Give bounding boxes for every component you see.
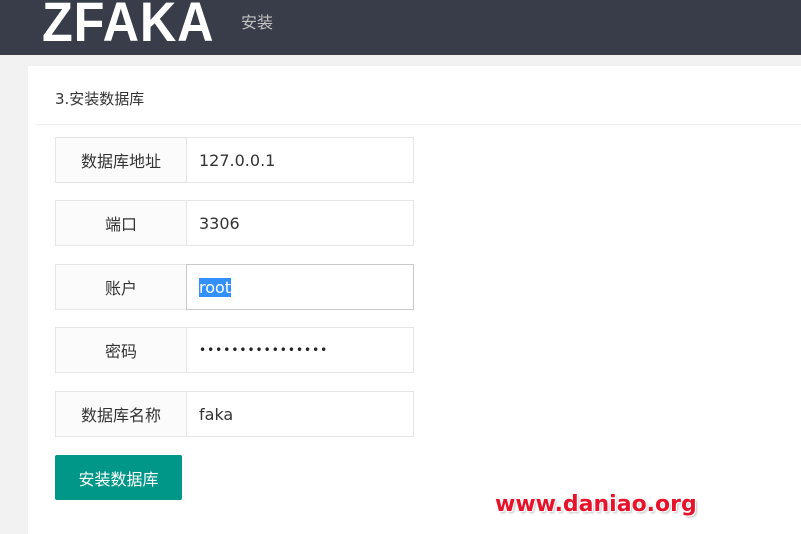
watermark: www.daniao.org [495,492,697,517]
db-port-row: 端口 3306 [55,200,414,246]
db-port-input[interactable]: 3306 [186,200,414,246]
step-title: 3.安装数据库 [55,90,145,108]
db-name-label: 数据库名称 [55,391,187,437]
db-host-row: 数据库地址 127.0.0.1 [55,137,414,183]
db-password-label: 密码 [55,327,187,373]
install-database-button[interactable]: 安装数据库 [55,455,182,500]
db-host-label: 数据库地址 [55,137,187,183]
db-user-value: root [199,277,232,297]
divider [36,124,801,125]
db-name-value: faka [199,404,234,424]
nav-install-link[interactable]: 安装 [241,9,273,33]
db-port-label: 端口 [55,200,187,246]
top-header: ZFAKA 安装 [0,0,801,55]
db-user-input[interactable]: root [186,264,414,310]
db-user-row: 账户 root [55,264,414,310]
logo[interactable]: ZFAKA [42,0,214,50]
db-password-value: •••••••••••••••• [199,343,329,357]
db-host-value: 127.0.0.1 [199,150,276,170]
db-host-input[interactable]: 127.0.0.1 [186,137,414,183]
db-password-input[interactable]: •••••••••••••••• [186,327,414,373]
db-user-label: 账户 [55,264,187,310]
db-name-row: 数据库名称 faka [55,391,414,437]
db-port-value: 3306 [199,213,240,233]
db-password-row: 密码 •••••••••••••••• [55,327,414,373]
db-name-input[interactable]: faka [186,391,414,437]
